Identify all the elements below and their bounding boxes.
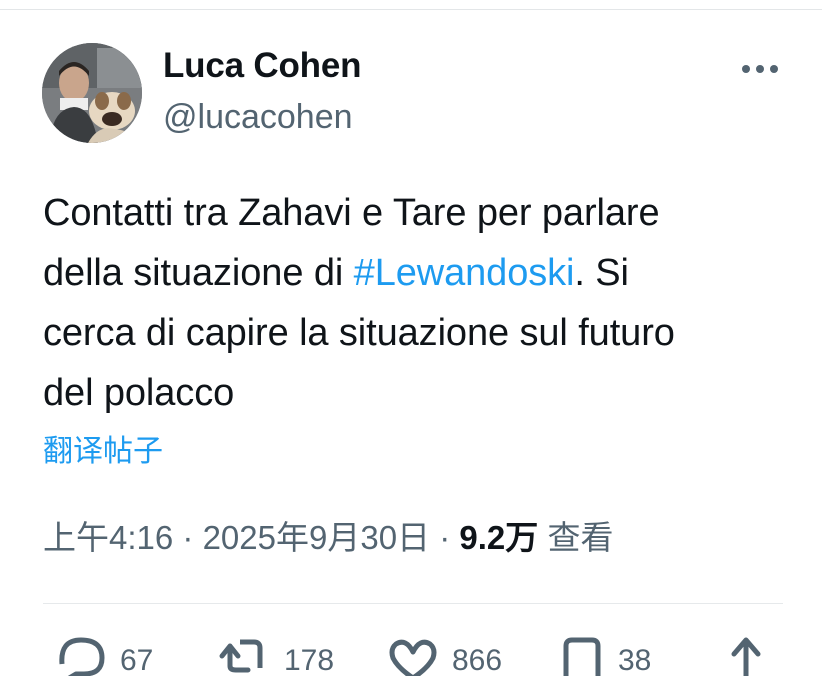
reply-button[interactable]: 67 <box>56 636 153 678</box>
like-icon <box>389 639 437 676</box>
reply-icon <box>59 637 105 676</box>
meta-separator: · <box>182 519 194 556</box>
reply-count: 67 <box>120 644 154 677</box>
bookmark-button[interactable]: 38 <box>560 636 651 678</box>
like-button[interactable]: 866 <box>388 636 502 678</box>
tweet-line: della situazione di #Lewandoski. Si <box>43 252 629 294</box>
meta-separator: · <box>439 519 451 556</box>
tweet-date[interactable]: 2025年9月30日 <box>203 519 430 556</box>
share-icon <box>731 637 761 676</box>
views-label: 查看 <box>547 519 614 556</box>
author-display-name[interactable]: Luca Cohen <box>163 46 361 86</box>
avatar[interactable] <box>42 43 142 143</box>
avatar-photo <box>42 43 142 143</box>
share-button[interactable] <box>728 636 764 676</box>
bookmark-count: 38 <box>618 644 652 677</box>
tweet-line: del polacco <box>43 372 235 414</box>
views-count: 9.2万 <box>459 519 539 556</box>
retweet-button[interactable]: 178 <box>218 636 334 678</box>
action-bar: 67 178 866 38 <box>0 636 822 678</box>
bookmark-icon <box>563 637 601 676</box>
retweet-icon <box>219 639 263 673</box>
tweet-line: cerca di capire la situazione sul futuro <box>43 312 675 354</box>
more-options-button[interactable] <box>738 56 782 82</box>
tweet-time[interactable]: 上午4:16 <box>43 519 173 556</box>
top-divider <box>0 9 822 10</box>
like-count: 866 <box>452 644 503 677</box>
retweet-count: 178 <box>284 644 335 677</box>
actions-divider <box>43 603 783 604</box>
tweet-line: Contatti tra Zahavi e Tare per parlare <box>43 192 660 234</box>
tweet-metadata: 上午4:16 · 2025年9月30日 · 9.2万 查看 <box>43 511 613 559</box>
translate-post-link[interactable]: 翻译帖子 <box>43 426 163 470</box>
hashtag-link[interactable]: #Lewandoski <box>354 252 575 294</box>
more-icon <box>742 65 778 73</box>
author-handle[interactable]: @lucacohen <box>163 98 353 137</box>
tweet-text: Contatti tra Zahavi e Tare per parlare d… <box>43 183 803 423</box>
